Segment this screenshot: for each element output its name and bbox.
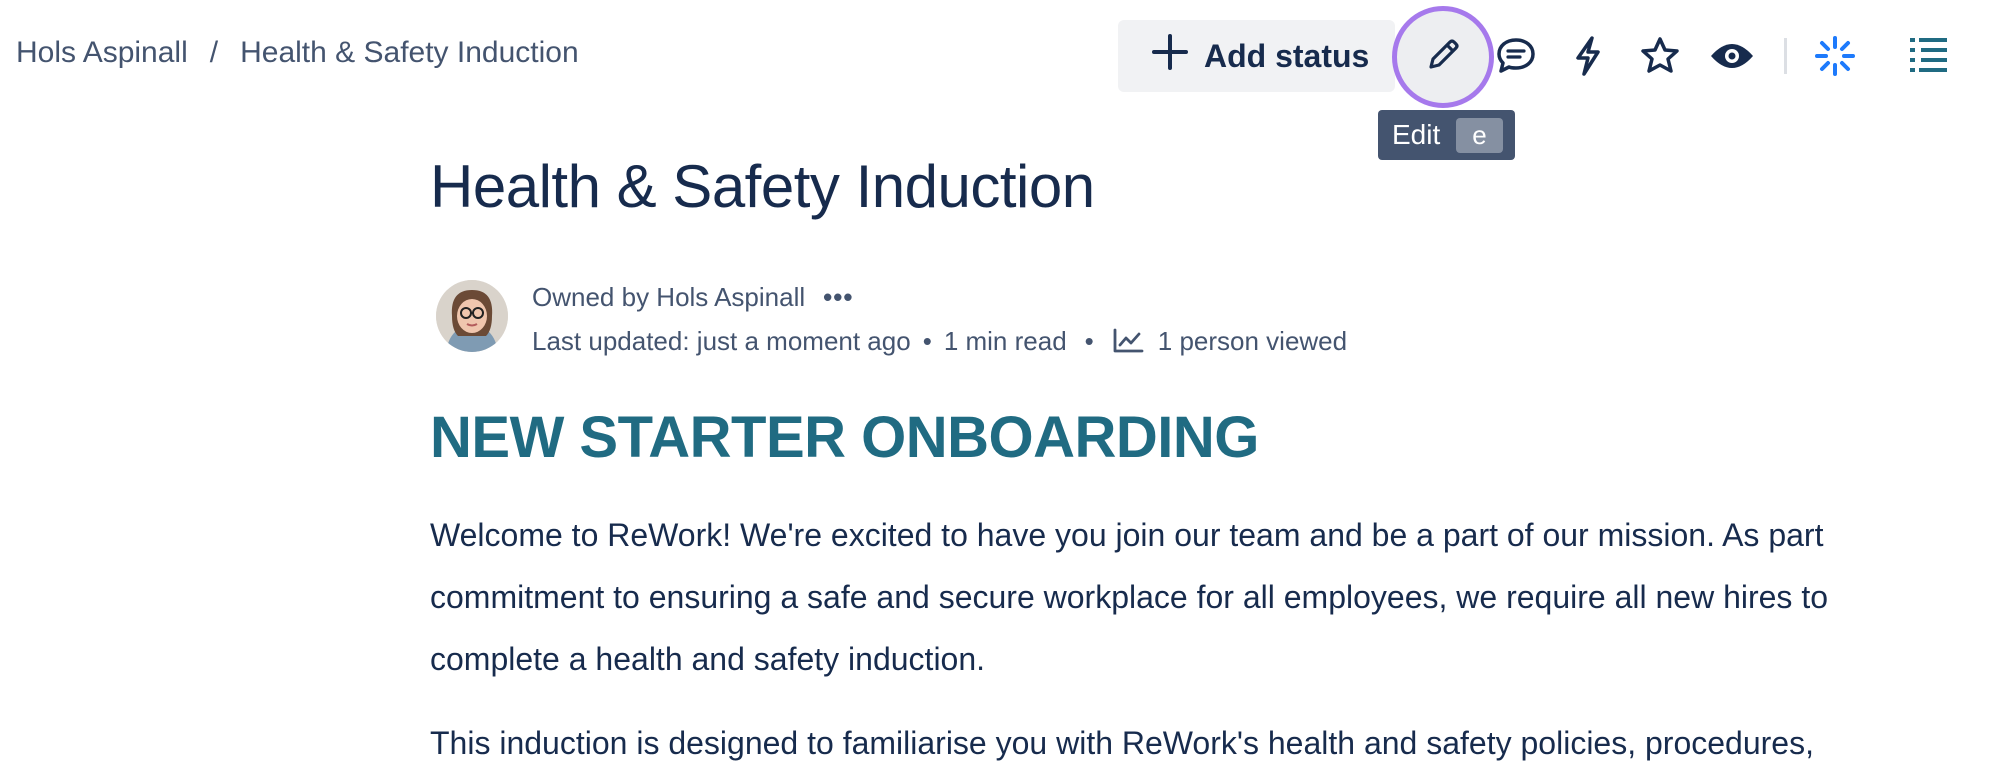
more-actions-icon[interactable]: ••• bbox=[823, 282, 853, 313]
table-of-contents-icon[interactable] bbox=[1899, 26, 1959, 86]
paragraph-line: commitment to ensuring a safe and secure… bbox=[430, 579, 1828, 615]
breadcrumb-item-space[interactable]: Hols Aspinall bbox=[16, 36, 188, 70]
edit-button[interactable] bbox=[1392, 6, 1494, 108]
tooltip-label: Edit bbox=[1392, 119, 1441, 150]
owner-text[interactable]: Owned by Hols Aspinall bbox=[532, 282, 805, 313]
toolbar-divider bbox=[1784, 38, 1787, 74]
toolbar-icons bbox=[1486, 26, 1959, 86]
paragraph-line: complete a health and safety induction. bbox=[430, 641, 986, 677]
paragraph-line: This induction is designed to familiaris… bbox=[430, 725, 1814, 761]
avatar[interactable] bbox=[436, 280, 508, 352]
page-title: Health & Safety Induction bbox=[430, 153, 1095, 220]
breadcrumb: Hols Aspinall / Health & Safety Inductio… bbox=[16, 36, 579, 70]
body-paragraph: Welcome to ReWork! We're excited to have… bbox=[430, 504, 1828, 690]
automation-icon[interactable] bbox=[1558, 26, 1618, 86]
edit-icon bbox=[1423, 35, 1463, 80]
paragraph-line: Welcome to ReWork! We're excited to have… bbox=[430, 517, 1824, 553]
star-icon[interactable] bbox=[1630, 26, 1690, 86]
breadcrumb-item-page[interactable]: Health & Safety Induction bbox=[240, 36, 579, 70]
analytics-icon bbox=[1112, 328, 1144, 354]
plus-icon bbox=[1150, 32, 1190, 80]
loading-icon bbox=[1805, 26, 1865, 86]
edit-tooltip: Edit e bbox=[1378, 110, 1515, 160]
read-time-text: 1 min read bbox=[943, 325, 1067, 356]
section-heading: NEW STARTER ONBOARDING bbox=[430, 405, 1259, 470]
watch-icon[interactable] bbox=[1702, 26, 1762, 86]
last-updated-text: Last updated: just a moment ago bbox=[532, 325, 911, 356]
views-text[interactable]: 1 person viewed bbox=[1158, 326, 1347, 357]
page-byline: Owned by Hols Aspinall ••• Last updated:… bbox=[532, 278, 1347, 366]
keyboard-shortcut-badge: e bbox=[1456, 117, 1503, 153]
comment-icon[interactable] bbox=[1486, 26, 1546, 86]
body-paragraph: This induction is designed to familiaris… bbox=[430, 712, 1814, 774]
byline-separator: • bbox=[922, 325, 932, 356]
byline-separator: • bbox=[1084, 325, 1094, 356]
add-status-label: Add status bbox=[1204, 37, 1370, 74]
breadcrumb-separator: / bbox=[209, 36, 219, 69]
add-status-button[interactable]: Add status bbox=[1118, 20, 1396, 92]
page-toolbar: Add status bbox=[1118, 20, 1396, 92]
